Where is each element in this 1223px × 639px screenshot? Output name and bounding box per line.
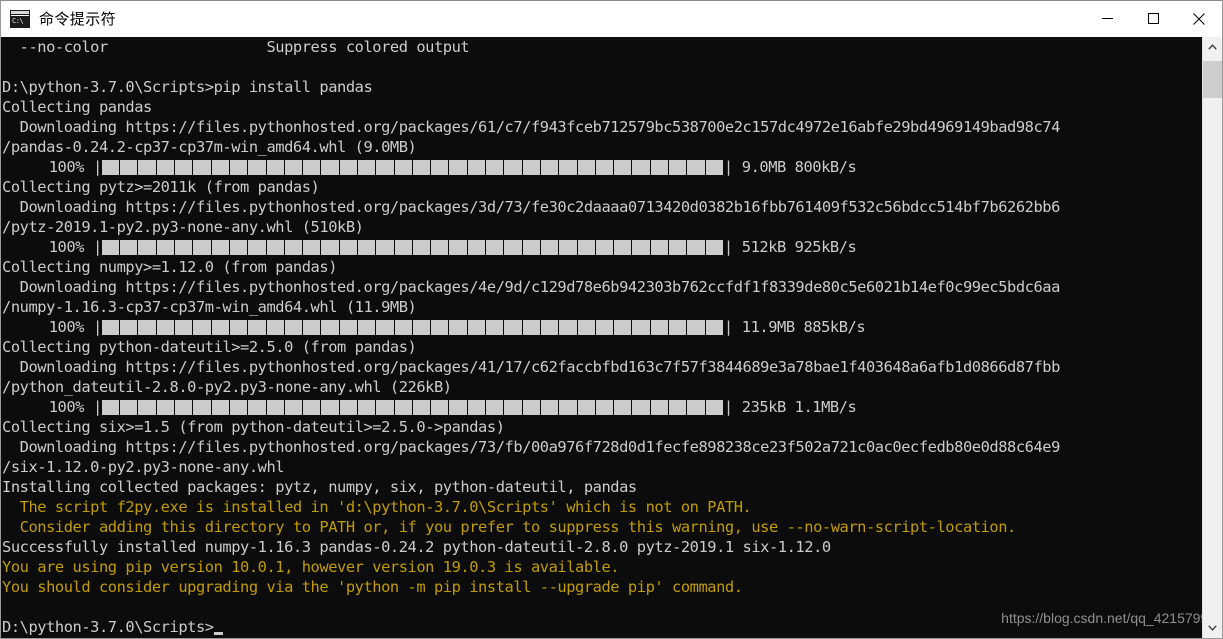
console-line: /pandas-0.24.2-cp37-cp37m-win_amd64.whl … [1,137,1204,157]
close-button[interactable] [1176,1,1222,37]
window-controls [1084,1,1222,37]
console-line-text: The script f2py.exe is installed in 'd:\… [2,498,752,516]
progress-bar-right-edge: | [723,398,733,416]
console-line: Downloading https://files.pythonhosted.o… [1,437,1204,457]
console-line: Downloading https://files.pythonhosted.o… [1,357,1204,377]
console-line-text: /six-1.12.0-py2.py3-none-any.whl [2,458,285,476]
console-line: /python_dateutil-2.8.0-py2.py3-none-any.… [1,377,1204,397]
console-line-text: /pytz-2019.1-py2.py3-none-any.whl (510kB… [2,218,364,236]
console-line-text: Installing collected packages: pytz, num… [2,478,637,496]
console-line-text: D:\python-3.7.0\Scripts>pip install pand… [2,78,373,96]
console-line: /six-1.12.0-py2.py3-none-any.whl [1,457,1204,477]
console-line-text: Downloading https://files.pythonhosted.o… [2,358,1061,376]
console-line-text: Downloading https://files.pythonhosted.o… [2,118,1061,136]
console-line: --no-color Suppress colored output [1,37,1204,57]
progress-bar-stats: 9.0MB 800kB/s [741,158,857,176]
console-line: Collecting pytz>=2011k (from pandas) [1,177,1204,197]
maximize-button[interactable] [1130,1,1176,37]
close-icon [1193,12,1205,25]
progress-bar-stats: 235kB 1.1MB/s [741,398,857,416]
minimize-button[interactable] [1084,1,1130,37]
scroll-up-button[interactable] [1203,37,1222,57]
progress-bar-left-edge: | [93,318,102,336]
console-line: Collecting python-dateutil>=2.5.0 (from … [1,337,1204,357]
console-line-text: Collecting pytz>=2011k (from pandas) [2,178,320,196]
console-line-text: D:\python-3.7.0\Scripts> [2,618,214,636]
progress-bar-left-edge: | [93,398,102,416]
console-line: You are using pip version 10.0.1, howeve… [1,557,1204,577]
console-line: Consider adding this directory to PATH o… [1,517,1204,537]
progress-percent: 100% [48,238,85,256]
title-bar-left: C:\ 命令提示符 [1,1,1084,37]
console-line: Collecting pandas [1,97,1204,117]
progress-bar-fill [101,319,724,335]
progress-bar-line: 100% | | 235kB 1.1MB/s [1,397,1204,417]
console-line: You should consider upgrading via the 'p… [1,577,1204,597]
maximize-icon [1147,13,1159,24]
console-line: Collecting six>=1.5 (from python-dateuti… [1,417,1204,437]
scroll-down-button[interactable] [1203,618,1222,638]
vertical-scrollbar[interactable] [1202,37,1222,638]
progress-bar-left-edge: | [93,238,102,256]
console-line-text: Collecting six>=1.5 (from python-dateuti… [2,418,505,436]
console-line-text: Consider adding this directory to PATH o… [2,518,1017,536]
progress-bar-line: 100% | | 11.9MB 885kB/s [1,317,1204,337]
console-output-area[interactable]: --no-color Suppress colored output D:\pyt… [1,37,1222,638]
console-icon-text: C:\ [11,15,29,27]
chevron-down-icon [1208,625,1217,631]
command-prompt-window: C:\ 命令提示符 --no-color Suppress colored ou… [0,0,1223,639]
chevron-up-icon [1208,44,1217,50]
progress-bar-fill [101,159,724,175]
console-line: Downloading https://files.pythonhosted.o… [1,117,1204,137]
console-line: /pytz-2019.1-py2.py3-none-any.whl (510kB… [1,217,1204,237]
console-line: Installing collected packages: pytz, num… [1,477,1204,497]
console-line-text: /python_dateutil-2.8.0-py2.py3-none-any.… [2,378,452,396]
console-line-text: /numpy-1.16.3-cp37-cp37m-win_amd64.whl (… [2,298,417,316]
console-text[interactable]: --no-color Suppress colored output D:\pyt… [1,37,1204,638]
progress-percent: 100% [48,158,85,176]
console-line-text: Downloading https://files.pythonhosted.o… [2,438,1061,456]
progress-bar-stats: 512kB 925kB/s [741,238,857,256]
console-line: /numpy-1.16.3-cp37-cp37m-win_amd64.whl (… [1,297,1204,317]
progress-bar-left-edge: | [93,158,102,176]
progress-bar-stats: 11.9MB 885kB/s [741,318,866,336]
console-line-text: Downloading https://files.pythonhosted.o… [2,278,1061,296]
window-title: 命令提示符 [39,10,117,28]
progress-bar-line: 100% | | 9.0MB 800kB/s [1,157,1204,177]
console-line: Collecting numpy>=1.12.0 (from pandas) [1,257,1204,277]
console-line-text: You are using pip version 10.0.1, howeve… [2,558,620,576]
console-line-text: Successfully installed numpy-1.16.3 pand… [2,538,831,556]
console-line-text: --no-color Suppress colored output [2,38,470,56]
console-icon: C:\ [10,9,30,28]
scrollbar-thumb[interactable] [1203,61,1222,98]
console-line-text: Collecting pandas [2,98,152,116]
console-line: Successfully installed numpy-1.16.3 pand… [1,537,1204,557]
scrollbar-track[interactable] [1203,57,1222,618]
text-cursor [213,632,223,635]
console-line-text: Downloading https://files.pythonhosted.o… [2,198,1061,216]
console-line-text: Collecting python-dateutil>=2.5.0 (from … [2,338,417,356]
console-line-text: You should consider upgrading via the 'p… [2,578,743,596]
progress-bar-right-edge: | [723,238,733,256]
progress-bar-right-edge: | [723,318,733,336]
console-line: The script f2py.exe is installed in 'd:\… [1,497,1204,517]
console-prompt-line[interactable]: D:\python-3.7.0\Scripts> [1,617,1204,637]
progress-bar-line: 100% | | 512kB 925kB/s [1,237,1204,257]
console-line: Downloading https://files.pythonhosted.o… [1,197,1204,217]
progress-percent: 100% [48,398,85,416]
minimize-icon [1101,18,1113,19]
progress-bar-fill [101,399,724,415]
progress-bar-right-edge: | [723,158,733,176]
progress-percent: 100% [48,318,85,336]
console-line-text: Collecting numpy>=1.12.0 (from pandas) [2,258,338,276]
console-line-text: /pandas-0.24.2-cp37-cp37m-win_amd64.whl … [2,138,417,156]
console-line: Downloading https://files.pythonhosted.o… [1,277,1204,297]
console-line: D:\python-3.7.0\Scripts>pip install pand… [1,77,1204,97]
progress-bar-fill [101,239,724,255]
title-bar[interactable]: C:\ 命令提示符 [1,1,1222,37]
